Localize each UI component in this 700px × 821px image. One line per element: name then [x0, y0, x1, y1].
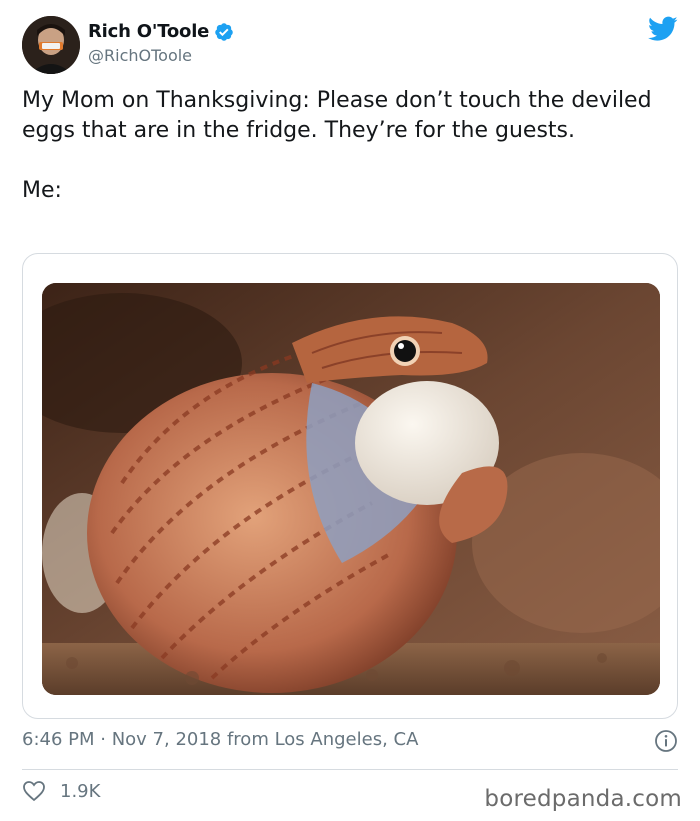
media-card[interactable] [22, 253, 678, 719]
tweet-timestamp[interactable]: 6:46 PM · Nov 7, 2018 from Los Angeles, … [22, 729, 418, 750]
avatar[interactable] [22, 16, 80, 74]
like-button[interactable]: 1.9K [22, 780, 100, 802]
watermark: boredpanda.com [484, 786, 682, 812]
twitter-bird-icon[interactable] [647, 16, 678, 42]
divider [22, 769, 678, 770]
avatar-image [22, 16, 80, 74]
author-handle[interactable]: @RichOToole [88, 46, 192, 65]
info-icon[interactable] [654, 729, 678, 753]
verified-badge-icon [214, 22, 234, 42]
author-name[interactable]: Rich O'Toole [88, 21, 209, 42]
snake-egg-photo[interactable] [42, 283, 660, 695]
tweet-text: My Mom on Thanksgiving: Please don’t tou… [22, 88, 652, 203]
heart-icon [22, 780, 46, 802]
like-count: 1.9K [60, 780, 101, 802]
